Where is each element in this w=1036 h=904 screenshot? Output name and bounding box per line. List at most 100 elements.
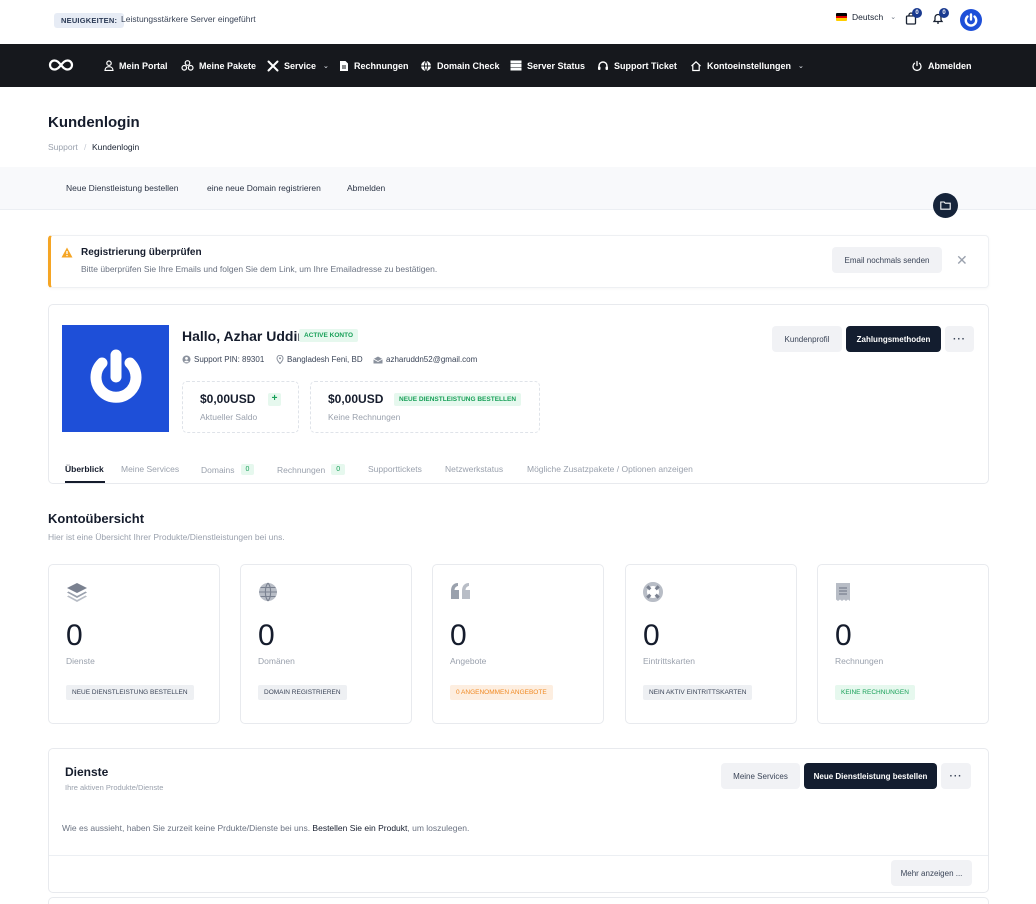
order-product-link[interactable]: Bestellen Sie ein Produkt (312, 823, 407, 833)
services-title: Dienste (65, 765, 109, 779)
nav-mein-portal[interactable]: Mein Portal (104, 44, 168, 87)
stat-card-invoices[interactable]: 0 Rechnungen KEINE RECHNUNGEN (817, 564, 989, 724)
stat-card-services[interactable]: 0 Dienste NEUE DIENSTLEISTUNG BESTELLEN (48, 564, 220, 724)
message-text: Wie es aussieht, haben Sie zurzeit keine… (62, 823, 313, 833)
stat-badge[interactable]: DOMAIN REGISTRIEREN (258, 685, 347, 700)
lifebuoy-icon (643, 582, 663, 602)
document-icon (340, 60, 348, 71)
tab-label: Überblick (65, 464, 104, 474)
stat-value: 0 (258, 619, 275, 652)
power-icon (912, 60, 922, 71)
stat-label: Eintrittskarten (643, 656, 695, 666)
stat-value: 0 (66, 619, 83, 652)
support-pin-text: Support PIN: 89301 (194, 355, 265, 364)
cart-count-badge: 0 (912, 8, 922, 18)
resend-email-button[interactable]: Email nochmals senden (832, 247, 942, 273)
add-funds-button[interactable]: + (268, 393, 281, 406)
next-card-edge (48, 897, 989, 904)
nav-label: Abmelden (928, 60, 972, 71)
tab-domains[interactable]: Domains 0 (201, 464, 255, 475)
stat-label: Domänen (258, 656, 295, 666)
language-selector[interactable]: Deutsch ⌄ (836, 12, 896, 22)
balance-label: Aktueller Saldo (200, 412, 258, 422)
link-register-domain[interactable]: eine neue Domain registrieren (207, 183, 321, 193)
overview-subtitle: Hier ist eine Übersicht Ihrer Produkte/D… (48, 532, 285, 542)
tab-label: Supporttickets (368, 464, 422, 474)
nav-label: Service (284, 60, 317, 71)
services-more-button[interactable]: ··· (941, 763, 971, 789)
packages-icon (181, 60, 194, 71)
stat-card-quotes[interactable]: 0 Angebote 0 ANGENOMMEN ANGEBOTE (432, 564, 604, 724)
stat-badge[interactable]: NEIN AKTIV EINTRITTSKARTEN (643, 685, 753, 700)
page-title: Kundenlogin (48, 114, 140, 131)
new-service-badge[interactable]: NEUE DIENSTLEISTUNG BESTELLEN (394, 393, 522, 406)
message-text-end: , um loszulegen. (407, 823, 470, 833)
my-services-button[interactable]: Meine Services (721, 763, 800, 789)
breadcrumb-support[interactable]: Support (48, 142, 78, 152)
stat-badge[interactable]: 0 ANGENOMMEN ANGEBOTE (450, 685, 553, 700)
services-subtitle: Ihre aktiven Produkte/Dienste (65, 783, 164, 792)
warning-icon (61, 247, 73, 258)
alert-text: Bitte überprüfen Sie Ihre Emails und fol… (81, 264, 438, 274)
close-icon[interactable]: ✕ (956, 252, 968, 269)
tab-my-services[interactable]: Meine Services (121, 464, 179, 474)
avatar (62, 325, 169, 432)
tab-addons[interactable]: Mögliche Zusatzpakete / Optionen anzeige… (527, 464, 693, 474)
power-logo-icon (964, 13, 978, 27)
main-navbar: Mein Portal Meine Pakete Service ⌄ Rechn… (0, 44, 1036, 87)
stat-badge[interactable]: KEINE RECHNUNGEN (835, 685, 915, 700)
breadcrumb-current: Kundenlogin (92, 142, 140, 152)
tab-support-tickets[interactable]: Supporttickets (368, 464, 422, 474)
cart-button[interactable]: 0 (905, 8, 922, 25)
chevron-down-icon: ⌄ (890, 14, 897, 21)
nav-label: Server Status (527, 60, 586, 71)
nav-rechnungen[interactable]: Rechnungen (339, 44, 409, 87)
location: Bangladesh Feni, BD (276, 355, 363, 364)
stat-card-domains[interactable]: 0 Domänen DOMAIN REGISTRIEREN (240, 564, 412, 724)
brand-logo[interactable] (48, 57, 74, 73)
folder-icon (940, 201, 951, 210)
receipt-icon (835, 582, 851, 602)
news-text[interactable]: Leistungsstärkere Server eingeführt (121, 14, 256, 24)
nav-label: Domain Check (437, 60, 500, 71)
nav-support-ticket[interactable]: Support Ticket (597, 44, 677, 87)
status-badge: ACTIVE KONTO (299, 329, 358, 342)
stat-label: Angebote (450, 656, 487, 666)
nav-service[interactable]: Service ⌄ (267, 44, 329, 87)
breadcrumb-separator: / (84, 142, 87, 152)
nav-server-status[interactable]: Server Status (510, 44, 585, 87)
stat-value: 0 (643, 619, 660, 652)
alert-title: Registrierung überprüfen (81, 247, 202, 258)
show-more-button[interactable]: Mehr anzeigen ... (891, 860, 972, 886)
link-logout[interactable]: Abmelden (347, 183, 385, 193)
notifications-button[interactable]: 0 (932, 8, 949, 25)
folder-button[interactable] (933, 193, 958, 218)
tab-invoices[interactable]: Rechnungen 0 (277, 464, 346, 475)
home-icon (691, 60, 701, 71)
chevron-down-icon: ⌄ (323, 62, 329, 70)
new-service-button[interactable]: Neue Dienstleistung bestellen (804, 763, 937, 789)
tab-overview[interactable]: Überblick (65, 464, 104, 474)
nav-logout[interactable]: Abmelden (911, 44, 972, 87)
balance-value: $0,00USD (200, 392, 256, 406)
invoices-value: $0,00USD (328, 392, 384, 406)
nav-label: Kontoeinstellungen (707, 60, 791, 71)
link-new-service[interactable]: Neue Dienstleistung bestellen (66, 183, 178, 193)
stat-card-tickets[interactable]: 0 Eintrittskarten NEIN AKTIV EINTRITTSKA… (625, 564, 797, 724)
user-avatar[interactable] (960, 9, 982, 31)
customer-profile-button[interactable]: Kundenprofil (772, 326, 842, 352)
invoices-label: Keine Rechnungen (328, 412, 401, 422)
nav-kontoeinstellungen[interactable]: Kontoeinstellungen ⌄ (690, 44, 804, 87)
payment-methods-button[interactable]: Zahlungsmethoden (846, 326, 941, 352)
nav-meine-pakete[interactable]: Meine Pakete (181, 44, 256, 87)
overview-title: Kontoübersicht (48, 511, 145, 526)
nav-domain-check[interactable]: Domain Check (420, 44, 500, 87)
language-label: Deutsch (852, 12, 884, 22)
email-text: azharuddn52@gmail.com (386, 355, 478, 364)
more-options-button[interactable]: ··· (945, 326, 974, 352)
stat-badge[interactable]: NEUE DIENSTLEISTUNG BESTELLEN (66, 685, 194, 700)
server-icon (510, 60, 522, 71)
nav-label: Support Ticket (614, 60, 677, 71)
tab-network-status[interactable]: Netzwerkstatus (445, 464, 503, 474)
greeting: Hallo, Azhar Uddin (182, 328, 306, 344)
